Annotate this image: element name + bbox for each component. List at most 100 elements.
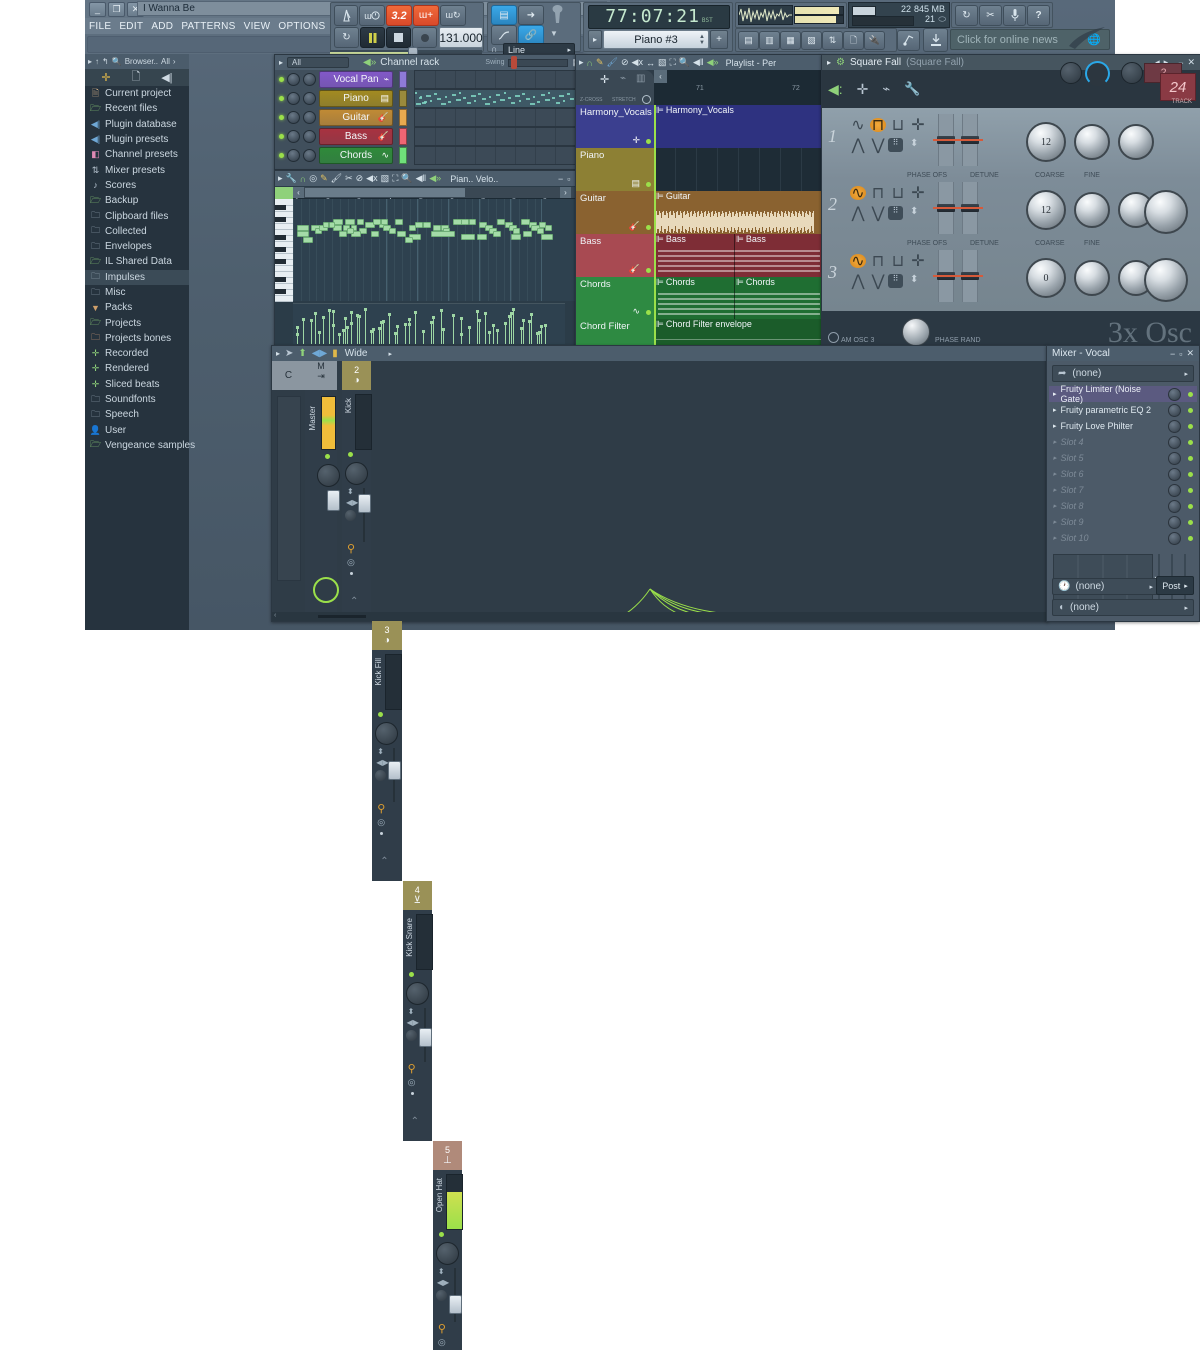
plugin-icon[interactable]: ◀| [161, 71, 172, 84]
mixer-width-icon[interactable]: ◀▶ [407, 1018, 419, 1027]
slip-icon[interactable]: ↔ [646, 58, 655, 68]
mixer-channel-body[interactable]: Kick Snare⬍◀▶⚲◎⌃ [403, 910, 432, 1141]
velocity-bar[interactable] [297, 329, 298, 344]
pattern-spinner[interactable]: ▲▼ [699, 34, 705, 46]
velocity-bar[interactable] [509, 318, 510, 344]
piano-roll-scrollbar[interactable]: ‹ › [293, 187, 585, 198]
piano-roll-note[interactable] [493, 231, 501, 237]
browser-item-projects-bones[interactable]: 🗀Projects bones [85, 331, 189, 346]
am-osc-toggle[interactable] [828, 332, 839, 343]
mixer-channel-header[interactable]: 4⊻ [403, 881, 432, 910]
playlist-tracks[interactable]: Harmony_Vocals✛⊫Harmony_VocalsPiano▤Guit… [576, 105, 822, 346]
detune-slider[interactable] [962, 182, 978, 234]
piano-roll-note[interactable] [339, 231, 347, 237]
channel-volume-knob[interactable] [303, 130, 316, 143]
expand-icon[interactable]: ▸ [278, 173, 283, 184]
phase-offset-slider[interactable] [938, 114, 954, 166]
select-icon[interactable]: ▧ [381, 173, 390, 184]
wait-for-input-button[interactable]: ɯ [359, 5, 385, 26]
piano-roll-note[interactable] [511, 234, 521, 240]
forward-button[interactable]: ➜ [518, 5, 544, 25]
channel-list[interactable]: Vocal Pan⌁Piano▤Guitar🎸Bass🎸Chords∿ [275, 70, 585, 165]
coarse-knob[interactable]: 0 [1026, 258, 1066, 298]
mixer-record-icon[interactable]: ◎ [438, 1337, 446, 1348]
fine-knob[interactable] [1074, 124, 1110, 160]
browser-item-rendered[interactable]: ✛Rendered [85, 361, 189, 376]
velocity-bar[interactable] [431, 324, 432, 344]
velocity-bar[interactable] [531, 316, 532, 344]
velocity-bar[interactable] [303, 321, 304, 344]
chevron-right-icon[interactable]: ▸ [1053, 438, 1057, 446]
chevron-right-icon[interactable]: ▸ [1184, 604, 1188, 612]
channel-mute-led[interactable] [279, 115, 284, 120]
channel-row[interactable]: Guitar🎸 [275, 108, 585, 127]
browser-item-speech[interactable]: 🗀Speech [85, 407, 189, 422]
close-icon[interactable]: ✕ [1186, 348, 1194, 359]
menu-options[interactable]: OPTIONS [278, 21, 325, 32]
mixer-solo-dot[interactable] [350, 572, 353, 575]
fx-slot-mix-knob[interactable] [1168, 452, 1181, 465]
playlist-track-header[interactable]: Guitar🎸 [576, 191, 654, 234]
fine-knob[interactable] [1074, 260, 1110, 296]
fx-slot-mix-knob[interactable] [1168, 516, 1181, 529]
osc-invert-button[interactable]: ⬍ [910, 138, 918, 149]
mixer-volume-fader[interactable] [419, 1028, 432, 1047]
browser-item-recent-files[interactable]: 🗁Recent files [85, 101, 189, 116]
project-bones-button[interactable] [897, 30, 920, 51]
velocity-bar[interactable] [485, 315, 486, 344]
playlist-window-button[interactable]: ▤ [738, 31, 759, 50]
master-pan-knob[interactable] [317, 464, 340, 487]
ruler-collapse-button[interactable]: ‹ [654, 70, 667, 83]
oscillator-3[interactable]: 3∿⊓⊔✛⋀⋁⠿⬍0 [822, 244, 1200, 312]
channel-name-button[interactable]: Bass🎸 [319, 128, 393, 145]
velocity-bar[interactable] [389, 316, 390, 344]
channel-pan-knob[interactable] [287, 73, 300, 86]
piano-roll-note[interactable] [469, 219, 476, 225]
playlist-track-led[interactable] [646, 182, 651, 187]
velocity-bar[interactable] [409, 326, 410, 344]
channel-rack-window-button[interactable]: ▥ [759, 31, 780, 50]
mixer-channel-header[interactable]: 3◑ [372, 621, 401, 650]
playback-icon[interactable]: ◀‖ [416, 173, 427, 184]
mixer-master-strip[interactable]: Master [305, 390, 337, 621]
draw-icon[interactable]: ✎ [320, 173, 328, 184]
velocity-bar[interactable] [381, 324, 382, 344]
playlist-track-header[interactable]: Chords∿ [576, 277, 654, 319]
waveform-pulse-button[interactable]: ⊔ [890, 118, 906, 132]
velocity-bar[interactable] [365, 311, 366, 344]
step-sequencer-toggle[interactable]: ▤ [491, 5, 517, 25]
channel-mute-led[interactable] [279, 96, 284, 101]
velocity-bar[interactable] [537, 335, 538, 344]
automation-button[interactable] [491, 25, 517, 45]
pause-button[interactable] [360, 27, 385, 48]
audio-mode-icon[interactable]: ✛ [600, 73, 609, 86]
browser-item-user[interactable]: 👤User [85, 423, 189, 438]
pan-knob[interactable] [1060, 62, 1082, 84]
playlist-track-header[interactable]: Piano▤ [576, 148, 654, 191]
plugin-toolbar[interactable]: ◀: ✛ ⌁ 🔧 PAN VOL 2 PITCH RANGE 24 [822, 70, 1200, 108]
detune-slider[interactable] [962, 114, 978, 166]
waveform-saw-button[interactable]: ⋁ [870, 206, 886, 220]
track-number-box[interactable]: 24 [1160, 73, 1196, 101]
fx-slot-mix-knob[interactable] [1168, 500, 1181, 513]
velocity-bar[interactable] [395, 335, 396, 344]
sample-icon[interactable]: ✛ [101, 71, 110, 84]
channel-mute-led[interactable] [279, 153, 284, 158]
fx-slot-8[interactable]: ▸Slot 8 [1049, 498, 1197, 514]
fx-slot-list[interactable]: ▸Fruity Limiter (Noise Gate)▸Fruity para… [1049, 386, 1197, 546]
chevron-right-icon[interactable]: ▸ [1053, 390, 1057, 398]
playlist-track[interactable]: Chords∿⊫Chords⊫Chords [576, 277, 822, 319]
fx-slot-led[interactable] [1188, 472, 1193, 477]
plugin-power-icon[interactable]: ◀: [828, 81, 843, 98]
mixer-stereo-icon[interactable]: ⬍ [347, 487, 354, 496]
fx-slot-6[interactable]: ▸Slot 6 [1049, 466, 1197, 482]
help-button[interactable]: ? [1027, 5, 1050, 26]
channel-name-button[interactable]: Piano▤ [319, 90, 393, 107]
mixer-channel-5[interactable]: 5⊥Open Hat⬍◀▶⚲◎⌃ [433, 1141, 462, 1350]
browser-item-collected[interactable]: 🗀Collected [85, 224, 189, 239]
velocity-bar[interactable] [345, 320, 346, 344]
browser-item-current-project[interactable]: 🗎Current project [85, 86, 189, 101]
channel-volume-knob[interactable] [303, 92, 316, 105]
random-dice-button[interactable]: ⠿ [888, 274, 903, 288]
channel-row[interactable]: Vocal Pan⌁ [275, 70, 585, 89]
